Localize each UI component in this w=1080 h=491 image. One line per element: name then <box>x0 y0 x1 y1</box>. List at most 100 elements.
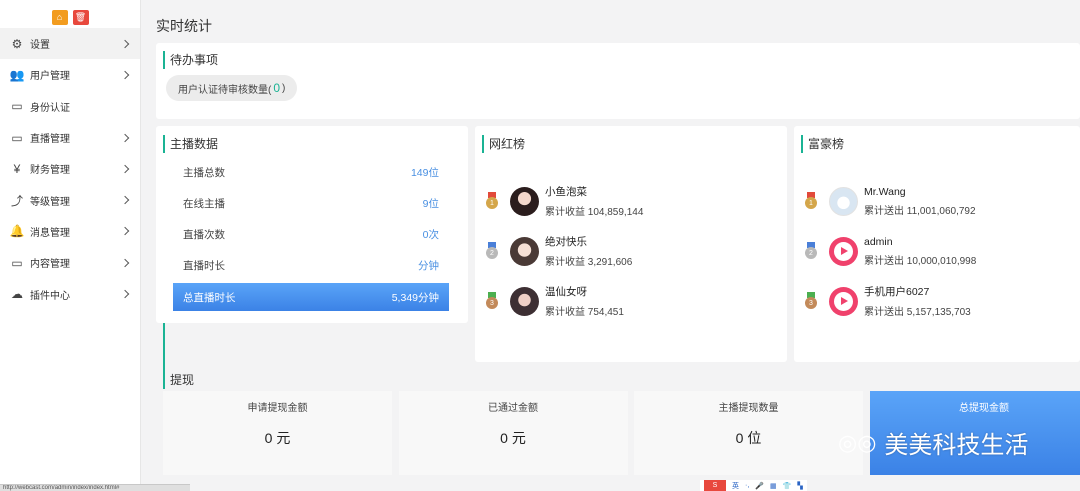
sidebar-item-8[interactable]: ☁ 插件中心 <box>0 278 140 309</box>
anchor-stat-value: 149位 <box>410 166 439 179</box>
avatar <box>829 186 858 216</box>
sidebar-item-3[interactable]: ▭ 直播管理 <box>0 122 140 153</box>
rich-rank-title: 富豪榜 <box>801 135 844 153</box>
home-icon[interactable]: ⌂ <box>51 9 68 25</box>
anchor-data-card: 主播数据 主播总数 149位在线主播 9位直播次数 0次直播时长 分钟总直播时长 5,34… <box>156 126 468 323</box>
chevron-right-icon <box>120 289 130 299</box>
sidebar-item-4[interactable]: ¥ 财务管理 <box>0 153 140 184</box>
sidebar-item-0[interactable]: ⚙ 设置 <box>0 28 140 60</box>
sidebar-item-label: 设置 <box>30 40 50 52</box>
anchor-data-title: 主播数据 <box>163 135 218 153</box>
sidebar-item-7[interactable]: ▭ 内容管理 <box>0 247 140 278</box>
shirt-icon[interactable]: 👕 <box>783 482 792 490</box>
pending-count: 0 <box>273 81 281 95</box>
medal-icon: 2 <box>485 242 499 260</box>
sidebar-item-6[interactable]: 🔔 消息管理 <box>0 216 140 247</box>
rank-stat: 累计送出 5,157,135,703 <box>864 307 971 318</box>
withdraw-label: 总提现金额 <box>959 403 1009 414</box>
pending-verification-badge[interactable]: 用户认证待审核数量( 0 ) <box>166 75 298 101</box>
withdraw-label: 主播提现数量 <box>718 403 779 414</box>
gears-icon: ⚙ <box>11 36 23 51</box>
rank-name: Mr.Wang <box>864 185 906 198</box>
main-content: 实时统计 待办事项 用户认证待审核数量( 0 ) 主播数据 主播总数 149位 在线… <box>142 0 1080 491</box>
influencer-rank-title: 网红榜 <box>482 135 525 153</box>
influencer-rank-entry[interactable]: 2 绝对快乐 累计收益 3,291,606 <box>485 234 632 268</box>
anchor-stat-label: 总直播时长 <box>183 291 236 304</box>
monitor-icon: ▭ <box>11 255 23 270</box>
sidebar-item-label: 内容管理 <box>30 259 70 271</box>
sidebar-item-5[interactable]: ⤴ 等级管理 <box>0 184 140 215</box>
trash-icon[interactable]: 🗑 <box>72 9 89 25</box>
grid-icon[interactable]: ▚ <box>797 482 802 490</box>
sidebar-item-label: 直播管理 <box>30 134 70 146</box>
avatar <box>829 236 858 266</box>
chevron-right-icon <box>120 227 130 236</box>
withdraw-title: 提现 <box>163 323 194 389</box>
withdraw-value: 0 位 <box>735 430 762 446</box>
influencer-rank-entry[interactable]: 1 小鱼泡菜 累计收益 104,859,144 <box>485 184 643 218</box>
anchor-stat-row: 主播总数 149位 <box>173 158 449 186</box>
sidebar-toolbar: ⌂ 🗑 <box>0 0 140 28</box>
ime-toolbar[interactable]: S 英 ·, 🎤 ▦ 👕 ▚ <box>700 480 807 491</box>
medal-icon: 2 <box>804 242 818 260</box>
rich-rank-entry[interactable]: 2 admin 累计送出 10,000,010,998 <box>804 234 976 268</box>
rank-stat: 累计收益 754,451 <box>545 307 624 318</box>
rank-name: 温仙女呀 <box>545 286 587 298</box>
avatar <box>510 236 539 266</box>
todo-card: 待办事项 用户认证待审核数量( 0 ) <box>156 43 1080 119</box>
monitor-icon: ▭ <box>11 99 23 114</box>
sidebar-item-label: 财务管理 <box>30 165 70 177</box>
influencer-rank-entry[interactable]: 3 温仙女呀累计收益 754,451 <box>485 284 624 318</box>
withdraw-box: 已通过金额 0 元 <box>398 391 628 475</box>
withdraw-box: 申请提现金额 0 元 <box>163 391 392 475</box>
anchor-stat-label: 直播时长 <box>183 260 225 273</box>
medal-icon: 1 <box>804 192 818 210</box>
avatar <box>510 186 539 216</box>
keyboard-icon[interactable]: ▦ <box>770 482 777 490</box>
rank-name: 手机用户6027 <box>864 286 930 298</box>
medal-icon: 3 <box>485 292 499 310</box>
watermark: ◎◎ 美美科技生活 <box>838 425 1028 460</box>
yen-icon: ¥ <box>13 161 21 176</box>
ime-punct-icon[interactable]: ·, <box>745 482 749 489</box>
anchor-stat-row: 总直播时长 5,349分钟 <box>173 283 449 312</box>
chevron-right-icon <box>120 39 130 48</box>
sidebar: ⌂ 🗑 ⚙ 设置 👥 用户管理 ▭ 身份认证 ▭ 直播管理 ¥ 财务管理 ⤴ 等级管理 🔔 消息管理 ▭ 内容… <box>0 0 141 491</box>
wechat-icon: ◎◎ <box>838 429 877 455</box>
withdraw-label: 已通过金额 <box>488 403 538 414</box>
ime-lang[interactable]: 英 <box>732 481 739 491</box>
anchor-stat-label: 直播次数 <box>183 229 225 242</box>
rank-stat: 累计收益 104,859,144 <box>545 207 644 218</box>
ime-logo-icon: S <box>704 480 726 491</box>
anchor-stat-row: 在线主播 9位 <box>173 189 449 217</box>
sidebar-item-label: 身份认证 <box>30 102 70 114</box>
withdraw-box: 主播提现数量 0 位 <box>634 391 863 475</box>
withdraw-value: 0 元 <box>500 430 526 446</box>
rank-name: admin <box>864 235 893 248</box>
sidebar-item-label: 等级管理 <box>30 196 70 208</box>
level-up-icon: ⤴ <box>10 193 23 208</box>
chevron-right-icon <box>120 258 130 267</box>
chevron-right-icon <box>120 195 130 205</box>
rank-name: 绝对快乐 <box>545 236 587 248</box>
anchor-stat-value: 9位 <box>422 197 439 210</box>
sidebar-item-label: 用户管理 <box>30 71 70 83</box>
withdraw-label: 申请提现金额 <box>247 403 308 414</box>
sidebar-item-1[interactable]: 👥 用户管理 <box>0 59 140 90</box>
watermark-text: 美美科技生活 <box>884 432 1029 459</box>
anchor-stat-value: 分钟 <box>418 260 439 273</box>
anchor-stat-value: 0次 <box>422 229 439 242</box>
anchor-stat-label: 主播总数 <box>183 166 225 179</box>
todo-title: 待办事项 <box>163 51 218 69</box>
sidebar-item-label: 消息管理 <box>30 227 70 239</box>
browser-status-bar: http://webcast.com/admin/index/index.htm… <box>0 484 190 491</box>
bell-icon: 🔔 <box>9 224 25 239</box>
sidebar-item-2[interactable]: ▭ 身份认证 <box>0 91 140 122</box>
rank-stat: 累计送出 10,000,010,998 <box>864 255 977 267</box>
anchor-stat-value: 5,349分钟 <box>391 291 439 304</box>
rich-rank-entry[interactable]: 3 手机用户6027 累计送出 5,157,135,703 <box>804 284 971 318</box>
chevron-right-icon <box>120 164 130 174</box>
medal-icon: 3 <box>804 292 818 310</box>
rich-rank-entry[interactable]: 1 Mr.Wang 累计送出 11,001,060,792 <box>804 184 976 218</box>
microphone-icon[interactable]: 🎤 <box>755 482 764 490</box>
